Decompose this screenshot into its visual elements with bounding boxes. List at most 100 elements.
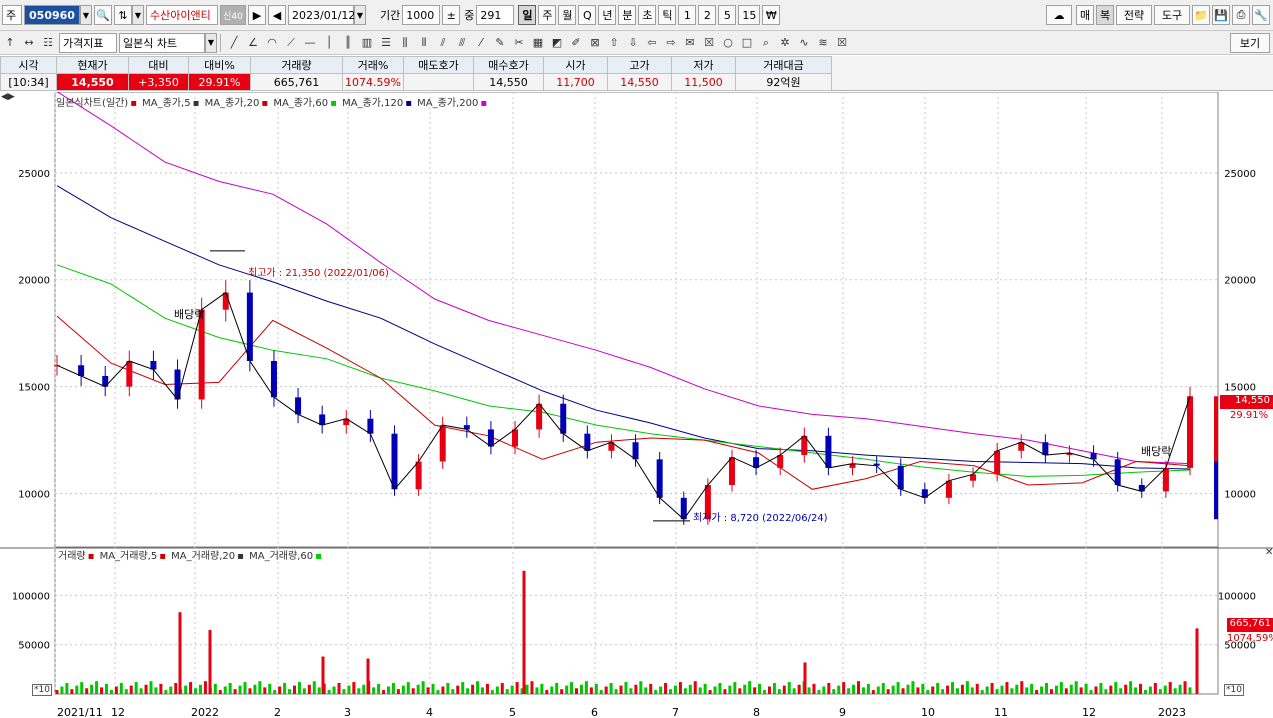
period-second[interactable]: 초	[638, 5, 657, 25]
view-button[interactable]: 보기	[1230, 32, 1270, 53]
quote-header: 저가	[670, 56, 736, 74]
wave-icon[interactable]: ∿	[795, 33, 813, 53]
volume-bar	[570, 682, 574, 694]
fill-icon[interactable]: ◩	[548, 33, 566, 53]
trendline-icon[interactable]: ╱	[225, 33, 243, 53]
save-icon[interactable]: 💾	[1212, 5, 1230, 25]
date-dropdown-arrow[interactable]: ▼	[354, 5, 366, 25]
vertical-lines-icon[interactable]: ║	[339, 33, 357, 53]
multi-line-icon[interactable]: ⁄	[472, 33, 490, 53]
grid-lines-icon[interactable]: ▥	[358, 33, 376, 53]
close-panel-icon[interactable]: ✕	[1265, 547, 1273, 558]
volume-bar	[327, 690, 331, 694]
volume-bar	[693, 681, 697, 694]
print-icon[interactable]: ⎙	[1232, 5, 1250, 25]
angle-line-icon[interactable]: ∠	[244, 33, 262, 53]
volume-bar	[847, 688, 851, 694]
market-select[interactable]: 주	[2, 5, 22, 25]
magnet-icon[interactable]: ✲	[776, 33, 794, 53]
period-day[interactable]: 일	[518, 5, 537, 25]
period-1[interactable]: 1	[678, 5, 697, 25]
note-icon[interactable]: ✉	[681, 33, 699, 53]
sort-icon[interactable]: ⇅	[114, 5, 132, 25]
y-tick-label-left: 25000	[18, 169, 50, 180]
buy-sell-button[interactable]: 매	[1076, 5, 1094, 25]
volume-bar	[718, 682, 722, 694]
x-tick-label: 3	[344, 706, 351, 718]
folder-icon[interactable]: 📁	[1192, 5, 1210, 25]
expand-horizontal-icon[interactable]: ↔	[20, 33, 38, 53]
candle-body	[994, 450, 1001, 475]
volume-bar	[1134, 687, 1138, 694]
channel-icon[interactable]: ⫻	[453, 33, 471, 53]
up-arrow-icon[interactable]: ↑	[1, 33, 19, 53]
clear-icon[interactable]: ☒	[833, 33, 851, 53]
multi-button[interactable]: 복	[1096, 5, 1114, 25]
zoom-icon[interactable]: ⌕	[757, 33, 775, 53]
period-2[interactable]: 2	[698, 5, 717, 25]
code-dropdown-arrow[interactable]: ▼	[80, 5, 92, 25]
delete-icon[interactable]: ☒	[700, 33, 718, 53]
cloud-icon[interactable]: ☁	[1046, 5, 1072, 25]
tools-icon[interactable]: ✂	[510, 33, 528, 53]
edit-icon[interactable]: ✐	[567, 33, 585, 53]
volume-bar	[119, 682, 123, 694]
volume-bar	[941, 689, 945, 694]
chart-canvas[interactable]: 2021/11 12 2022 2 3 4 5 6 7 8 9 10 11 12 2023 10000 1000…	[0, 92, 1273, 718]
period-5[interactable]: 5	[718, 5, 737, 25]
next-arrow-icon[interactable]: ▶	[248, 5, 266, 25]
period-input[interactable]: 1000	[402, 5, 441, 25]
chart-area[interactable]: 2021/11 12 2022 2 3 4 5 6 7 8 9 10 11 12 2023 10000 1000…	[0, 92, 1273, 718]
price-indicator-button[interactable]: 가격지표	[59, 32, 117, 53]
quote-header: 거래대금	[734, 56, 832, 74]
search-icon[interactable]: 🔍	[94, 5, 112, 25]
arrow-down-icon[interactable]: ⇩	[624, 33, 642, 53]
won-icon[interactable]: ₩	[762, 5, 781, 25]
strategy-button[interactable]: 전략	[1116, 5, 1152, 25]
period-quarter[interactable]: Q	[578, 5, 597, 25]
count-input[interactable]: 291	[476, 5, 515, 25]
target-icon[interactable]: ⊠	[586, 33, 604, 53]
rectangle-icon[interactable]: □	[738, 33, 756, 53]
cycle-lines-icon[interactable]: ⫼	[396, 33, 414, 53]
pencil-icon[interactable]: ✎	[491, 33, 509, 53]
pattern-icon[interactable]: ≋	[814, 33, 832, 53]
sort-dropdown-arrow[interactable]: ▼	[132, 5, 144, 25]
y-tick-label-left: 15000	[18, 383, 50, 394]
tools-button[interactable]: 도구	[1154, 5, 1190, 25]
arrow-up-icon[interactable]: ⇧	[605, 33, 623, 53]
fan-line-icon[interactable]: ⟋	[282, 33, 300, 53]
horizontal-lines-icon[interactable]: ☰	[377, 33, 395, 53]
arrow-left-icon[interactable]: ⇦	[643, 33, 661, 53]
period-week[interactable]: 주	[538, 5, 557, 25]
circle-icon[interactable]: ○	[719, 33, 737, 53]
x-tick-label: 8	[753, 706, 760, 718]
period-15[interactable]: 15	[738, 5, 761, 25]
stock-code-input[interactable]: 050960	[24, 5, 80, 25]
period-month[interactable]: 월	[558, 5, 577, 25]
period-year[interactable]: 년	[598, 5, 617, 25]
chart-type-dropdown-arrow[interactable]: ▼	[205, 32, 217, 53]
volume-bar	[797, 684, 801, 694]
prev-arrow-icon[interactable]: ◀	[268, 5, 286, 25]
arrow-right-icon[interactable]: ⇨	[662, 33, 680, 53]
period-minute[interactable]: 분	[618, 5, 637, 25]
horizontal-line-icon[interactable]: —	[301, 33, 319, 53]
arc-icon[interactable]: ◠	[263, 33, 281, 53]
quote-header: 고가	[606, 56, 672, 74]
expand-arrows-icon[interactable]: ◀▶	[1, 92, 15, 102]
period-tick[interactable]: 틱	[658, 5, 677, 25]
palette-icon[interactable]: ▦	[529, 33, 547, 53]
wrench-icon[interactable]: 🔧	[1252, 5, 1270, 25]
parallel-line-icon[interactable]: ⫽	[434, 33, 452, 53]
bar-lines-icon[interactable]: ⫴	[415, 33, 433, 53]
spin-icon[interactable]: ±	[442, 5, 461, 25]
quote-header: 대비	[128, 56, 189, 74]
volume-bar	[90, 684, 94, 694]
volume-bar	[1015, 684, 1019, 694]
date-input[interactable]: 2023/01/12	[288, 5, 355, 25]
volume-bar	[65, 682, 69, 694]
vertical-line-icon[interactable]: │	[320, 33, 338, 53]
chart-type-select[interactable]: 일본식 차트	[119, 32, 205, 53]
indicator-list-icon[interactable]: ☷	[39, 33, 57, 53]
